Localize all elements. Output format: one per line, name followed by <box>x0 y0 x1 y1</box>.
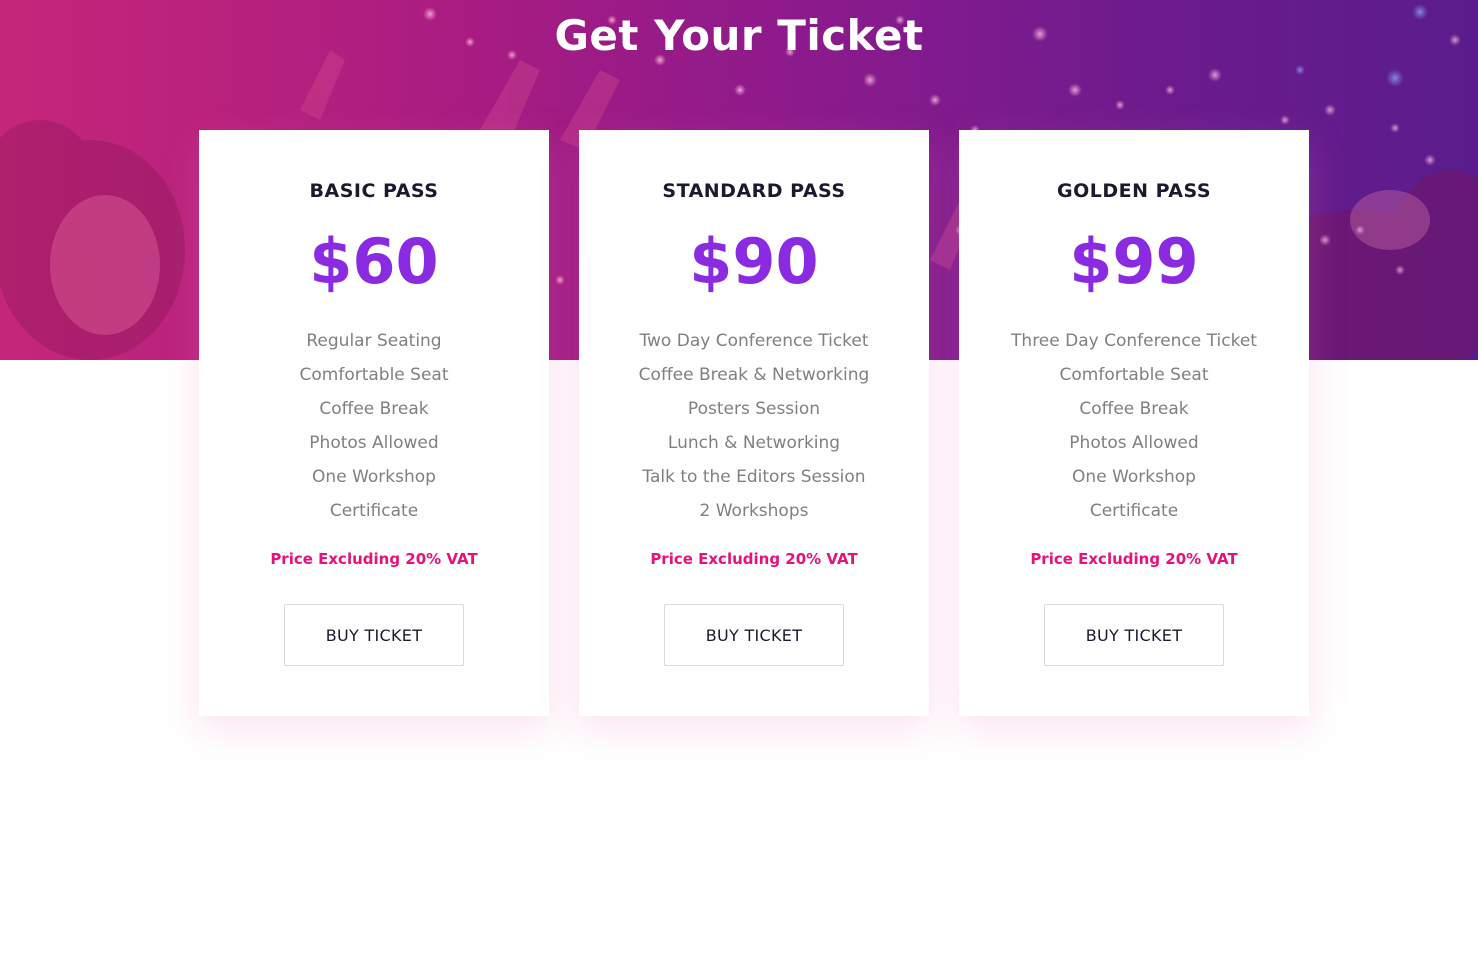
ticket-card-standard: STANDARD PASS $90 Two Day Conference Tic… <box>579 130 929 716</box>
feature-item: One Workshop <box>312 467 436 487</box>
feature-item: Certificate <box>1089 501 1179 521</box>
feature-item: Photos Allowed <box>1069 433 1199 453</box>
feature-item: One Workshop <box>1072 467 1196 487</box>
buy-ticket-button-standard[interactable]: BUY TICKET <box>664 604 844 666</box>
feature-list: Regular Seating Comfortable Seat Coffee … <box>199 324 549 528</box>
feature-item: Coffee Break <box>1079 399 1189 419</box>
feature-list: Three Day Conference Ticket Comfortable … <box>959 324 1309 528</box>
buy-ticket-button-golden[interactable]: BUY TICKET <box>1044 604 1224 666</box>
feature-item: Lunch & Networking <box>667 433 841 453</box>
ticket-price: $99 <box>1069 225 1199 298</box>
vat-note: Price Excluding 20% VAT <box>270 550 478 568</box>
ticket-card-basic: BASIC PASS $60 Regular Seating Comfortab… <box>199 130 549 716</box>
pricing-cards: BASIC PASS $60 Regular Seating Comfortab… <box>199 130 1309 716</box>
feature-item: Certificate <box>329 501 419 521</box>
feature-item: Three Day Conference Ticket <box>1011 331 1257 351</box>
ticket-name: BASIC PASS <box>309 180 439 202</box>
feature-item: Comfortable Seat <box>299 365 449 385</box>
vat-note: Price Excluding 20% VAT <box>1030 550 1238 568</box>
feature-item: Regular Seating <box>306 331 442 351</box>
feature-item: Photos Allowed <box>309 433 439 453</box>
feature-item: 2 Workshops <box>699 501 809 521</box>
ticket-card-golden: GOLDEN PASS $99 Three Day Conference Tic… <box>959 130 1309 716</box>
feature-item: Two Day Conference Ticket <box>639 331 869 351</box>
vat-note: Price Excluding 20% VAT <box>650 550 858 568</box>
buy-ticket-button-basic[interactable]: BUY TICKET <box>284 604 464 666</box>
feature-item: Comfortable Seat <box>1059 365 1209 385</box>
ticket-price: $60 <box>309 225 439 298</box>
ticket-name: STANDARD PASS <box>662 180 846 202</box>
feature-item: Talk to the Editors Session <box>642 467 866 487</box>
feature-item: Coffee Break & Networking <box>638 365 870 385</box>
feature-item: Posters Session <box>687 399 821 419</box>
ticket-price: $90 <box>689 225 819 298</box>
section-title: Get Your Ticket <box>554 11 924 60</box>
pricing-page: Get Your Ticket BASIC PASS $60 Regular S… <box>0 0 1478 976</box>
feature-item: Coffee Break <box>319 399 429 419</box>
feature-list: Two Day Conference Ticket Coffee Break &… <box>579 324 929 528</box>
ticket-name: GOLDEN PASS <box>1056 180 1212 202</box>
